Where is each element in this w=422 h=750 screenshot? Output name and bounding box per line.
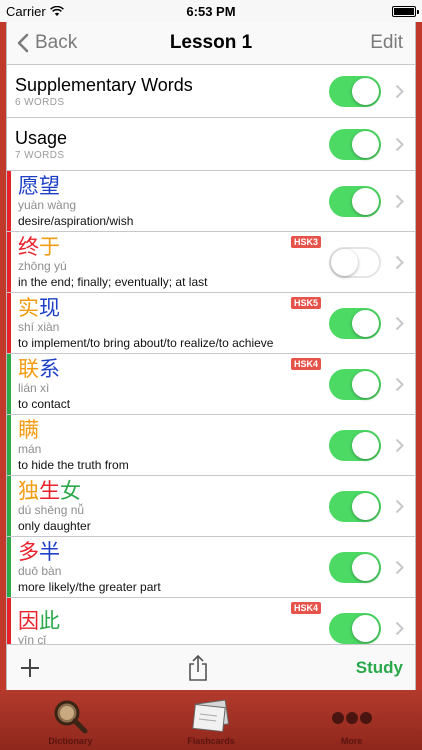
- word-hanzi: 联系: [18, 356, 60, 381]
- word-toggle[interactable]: [329, 490, 381, 522]
- wifi-icon: [49, 5, 64, 16]
- word-color-bar: [7, 354, 11, 414]
- tab-more[interactable]: More: [292, 698, 412, 750]
- word-row[interactable]: 愿望 yuàn wàng desire/aspiration/wish: [7, 171, 415, 232]
- more-dots-icon: [331, 712, 372, 724]
- word-pinyin: mán: [18, 441, 42, 456]
- back-button[interactable]: Back: [7, 32, 77, 54]
- word-meaning: to implement/to bring about/to realize/t…: [18, 335, 274, 350]
- share-icon[interactable]: [187, 654, 209, 682]
- hsk-badge: HSK5: [290, 297, 321, 309]
- magnifier-icon: [54, 700, 88, 734]
- word-pinyin: dú shēng nǚ: [18, 502, 85, 517]
- chevron-right-icon: [395, 560, 404, 574]
- section-toggle[interactable]: [329, 75, 381, 107]
- section-word-count: 6 WORDS: [15, 96, 65, 108]
- word-pinyin: duō bàn: [18, 563, 62, 578]
- section-title: Usage: [15, 127, 68, 148]
- word-pinyin: yuàn wàng: [18, 197, 77, 212]
- word-toggle[interactable]: [329, 185, 381, 217]
- word-meaning: to hide the truth from: [18, 457, 129, 472]
- word-meaning: in the end; finally; eventually; at last: [18, 274, 208, 289]
- tab-dictionary[interactable]: Dictionary: [10, 698, 130, 750]
- section-row-usage[interactable]: Usage 7 WORDS: [7, 118, 415, 171]
- word-hanzi: 实现: [18, 295, 60, 320]
- section-title: Supplementary Words: [15, 74, 193, 95]
- chevron-right-icon: [395, 438, 404, 452]
- tab-label: More: [340, 736, 363, 746]
- word-color-bar: [7, 171, 11, 231]
- hsk-badge: HSK3: [290, 236, 321, 248]
- word-hanzi: 因此: [18, 608, 60, 633]
- lesson-card: Back Lesson 1 Edit Supplementary Words 6…: [6, 22, 416, 690]
- tab-bar: Dictionary Flashcards More: [0, 690, 422, 750]
- chevron-right-icon: [395, 255, 404, 269]
- navigation-bar: Back Lesson 1 Edit: [7, 22, 415, 65]
- flashcards-icon: [192, 699, 230, 733]
- chevron-left-icon: [17, 33, 29, 53]
- word-color-bar: [7, 415, 11, 475]
- hsk-badge: HSK4: [290, 358, 321, 370]
- word-color-bar: [7, 537, 11, 597]
- word-toggle[interactable]: [329, 246, 381, 278]
- section-row-supplementary[interactable]: Supplementary Words 6 WORDS: [7, 65, 415, 118]
- word-hanzi: 独生女: [18, 478, 81, 503]
- word-pinyin: shí xiàn: [18, 319, 60, 334]
- add-icon[interactable]: [19, 657, 41, 679]
- word-pinyin: lián xì: [18, 380, 50, 395]
- word-color-bar: [7, 232, 11, 292]
- tab-label: Dictionary: [48, 736, 93, 746]
- chevron-right-icon: [395, 377, 404, 391]
- word-row[interactable]: 独生女 dú shēng nǚ only daughter: [7, 476, 415, 537]
- word-hanzi: 多半: [18, 539, 60, 564]
- chevron-right-icon: [395, 499, 404, 513]
- chevron-right-icon: [395, 84, 404, 98]
- word-toggle[interactable]: [329, 368, 381, 400]
- back-label: Back: [35, 32, 78, 53]
- chevron-right-icon: [395, 194, 404, 208]
- tab-flashcards[interactable]: Flashcards: [151, 698, 271, 750]
- word-toggle[interactable]: [329, 612, 381, 644]
- status-left: Carrier: [6, 4, 64, 19]
- word-hanzi: 愿望: [18, 173, 60, 198]
- battery-icon: [392, 5, 419, 17]
- chevron-right-icon: [395, 316, 404, 330]
- word-row[interactable]: 终于 zhōng yú in the end; finally; eventuall…: [7, 232, 415, 293]
- carrier-label: Carrier: [6, 3, 46, 19]
- section-word-count: 7 WORDS: [15, 149, 65, 161]
- word-toggle[interactable]: [329, 551, 381, 583]
- word-color-bar: [7, 476, 11, 536]
- word-meaning: only daughter: [18, 518, 91, 533]
- bottom-toolbar: Study: [7, 644, 415, 690]
- study-button[interactable]: Study: [356, 658, 403, 678]
- word-row[interactable]: 多半 duō bàn more likely/the greater part: [7, 537, 415, 598]
- word-list: Supplementary Words 6 WORDS Usage 7 WORD…: [7, 65, 415, 659]
- word-row[interactable]: 联系 lián xì to contact HSK4: [7, 354, 415, 415]
- word-meaning: desire/aspiration/wish: [18, 213, 134, 228]
- word-color-bar: [7, 293, 11, 353]
- section-toggle[interactable]: [329, 128, 381, 160]
- edit-button[interactable]: Edit: [370, 32, 415, 54]
- hsk-badge: HSK4: [290, 602, 321, 614]
- word-pinyin: zhōng yú: [18, 258, 67, 273]
- word-toggle[interactable]: [329, 429, 381, 461]
- word-meaning: to contact: [18, 396, 71, 411]
- word-row[interactable]: 瞒 mán to hide the truth from: [7, 415, 415, 476]
- chevron-right-icon: [395, 621, 404, 635]
- chevron-right-icon: [395, 137, 404, 151]
- word-hanzi: 终于: [18, 234, 60, 259]
- word-row[interactable]: 实现 shí xiàn to implement/to bring about/to…: [7, 293, 415, 354]
- tab-label: Flashcards: [187, 736, 235, 746]
- word-toggle[interactable]: [329, 307, 381, 339]
- word-meaning: more likely/the greater part: [18, 579, 161, 594]
- status-bar: Carrier 6:53 PM: [0, 0, 422, 22]
- word-hanzi: 瞒: [18, 417, 39, 442]
